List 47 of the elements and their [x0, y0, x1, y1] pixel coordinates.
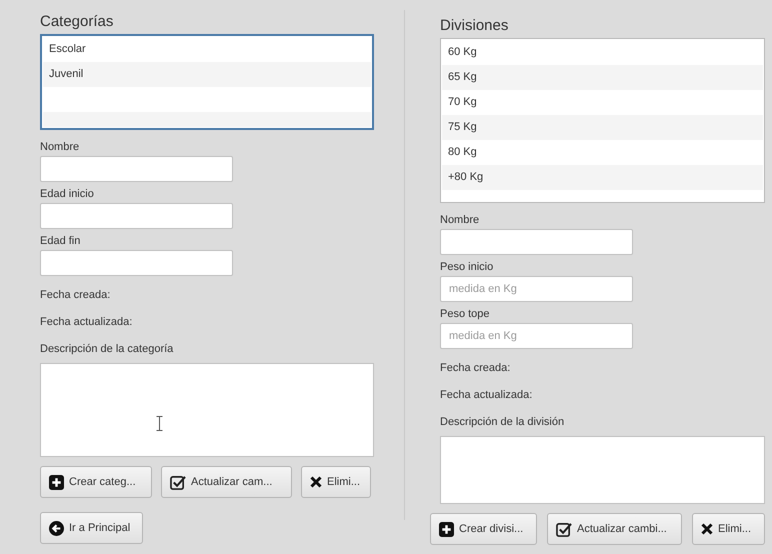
check-square-icon	[170, 474, 186, 490]
input-field[interactable]	[40, 250, 233, 276]
field-label: Edad inicio	[40, 187, 95, 201]
arrow-left-circle-icon	[49, 520, 64, 536]
action-button[interactable]: Crear divisi...	[430, 513, 537, 545]
check-square-icon	[556, 522, 572, 536]
list-item[interactable]: +80 Kg	[448, 171, 484, 183]
date-label: Fecha creada:	[40, 289, 112, 303]
list-item[interactable]: 65 Kg	[448, 71, 477, 83]
list-item[interactable]: 80 Kg	[448, 146, 477, 158]
list-item[interactable]: 60 Kg	[448, 46, 477, 58]
list-item[interactable]: Escolar	[49, 43, 86, 55]
field-label: Nombre	[440, 213, 480, 227]
close-icon	[310, 476, 322, 488]
description-field[interactable]	[40, 363, 374, 457]
action-button[interactable]: Actualizar cam...	[161, 466, 292, 498]
date-label: Fecha actualizada:	[440, 389, 534, 403]
action-button[interactable]: Actualizar cambi...	[547, 513, 682, 545]
action-button[interactable]: Crear categ...	[40, 466, 152, 498]
text-cursor-icon	[156, 416, 163, 431]
field-label: Peso inicio	[440, 260, 494, 274]
input-field[interactable]: medida en Kg	[440, 276, 633, 302]
input-field[interactable]	[40, 156, 233, 182]
field-label: Peso tope	[440, 307, 491, 321]
back-button[interactable]: Ir a Principal	[40, 512, 143, 544]
field-label: Nombre	[40, 140, 80, 154]
input-field[interactable]	[440, 229, 633, 255]
list-box[interactable]: Escolar Juvenil	[40, 34, 374, 130]
action-button[interactable]: Elimi...	[692, 513, 765, 545]
date-label: Fecha creada:	[440, 362, 512, 376]
field-label: Edad fin	[40, 234, 82, 248]
plus-square-icon	[49, 474, 64, 490]
description-label: Descripción de la división	[440, 416, 566, 430]
date-label: Fecha actualizada:	[40, 316, 134, 330]
plus-square-icon	[439, 522, 454, 536]
list-item[interactable]: 75 Kg	[448, 121, 477, 133]
list-item[interactable]: Juvenil	[49, 68, 84, 80]
panel-title: Divisiones	[440, 16, 510, 36]
input-field[interactable]	[40, 203, 233, 229]
list-box[interactable]: 60 Kg 65 Kg 70 Kg 75 Kg 80 Kg +80 Kg	[440, 38, 765, 203]
action-button[interactable]: Elimi...	[301, 466, 371, 498]
close-icon	[701, 523, 713, 535]
panel-title: Categorías	[40, 12, 114, 32]
list-item[interactable]: 70 Kg	[448, 96, 477, 108]
input-field[interactable]: medida en Kg	[440, 323, 633, 349]
description-field[interactable]	[440, 436, 765, 504]
description-label: Descripción de la categoría	[40, 343, 174, 357]
